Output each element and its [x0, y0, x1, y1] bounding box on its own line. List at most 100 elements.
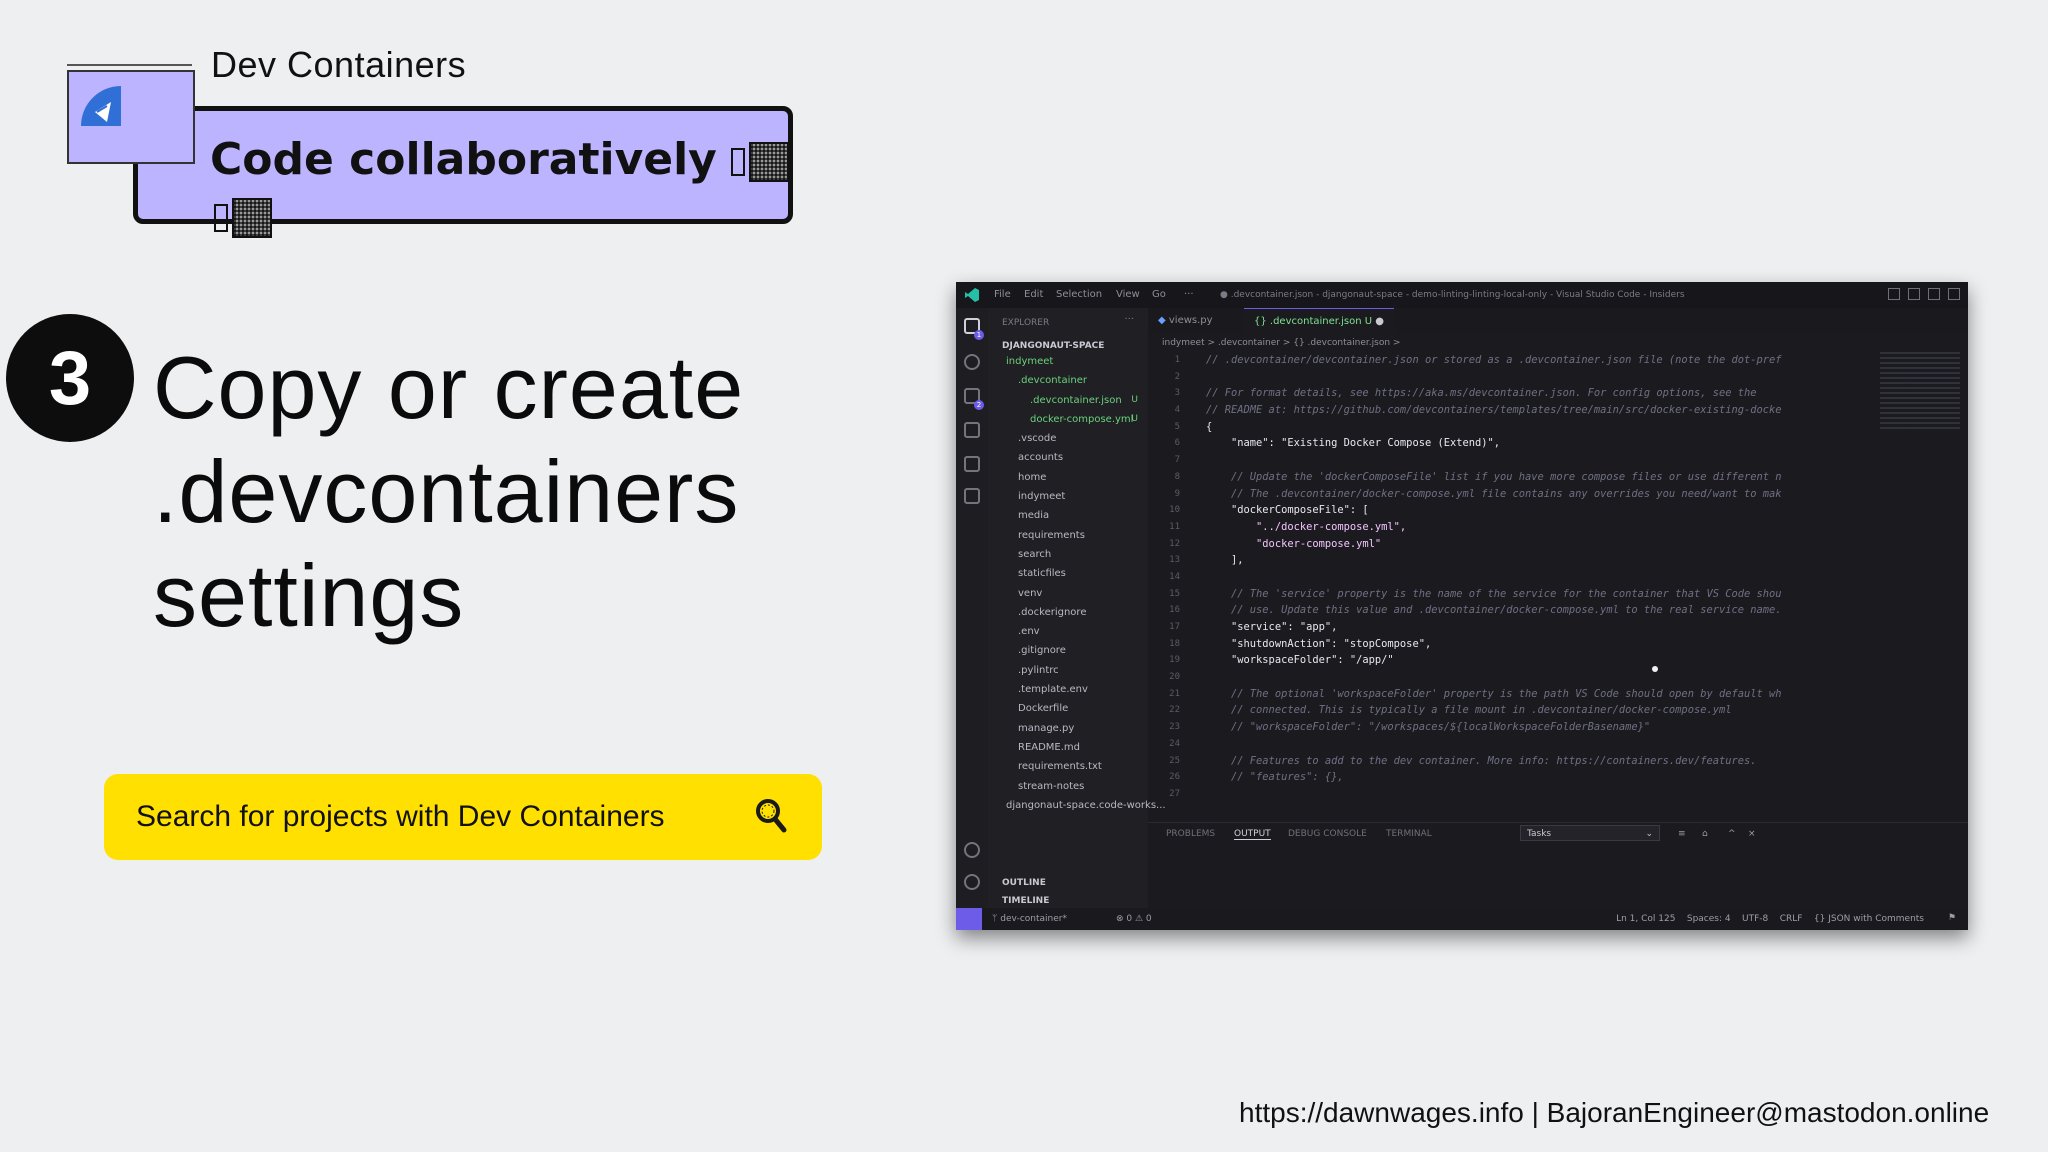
- workspace-root[interactable]: DJANGONAUT-SPACE: [1002, 341, 1104, 351]
- line-number: 25: [1169, 755, 1180, 766]
- step-number: 3: [48, 335, 92, 421]
- window-title: ● .devcontainer.json - djangonaut-space …: [1220, 290, 1685, 300]
- breadcrumb-path[interactable]: indymeet > .devcontainer > {} .devcontai…: [1148, 338, 1400, 348]
- line-number: 15: [1169, 588, 1180, 599]
- menu-selection[interactable]: Selection: [1056, 289, 1102, 300]
- menu-edit[interactable]: Edit: [1024, 289, 1043, 300]
- file-tree-label: Dockerfile: [1018, 703, 1069, 715]
- emoji-placeholder-icon: [232, 198, 272, 238]
- manage-gear-icon[interactable]: [964, 874, 980, 890]
- run-debug-icon[interactable]: [964, 422, 980, 438]
- clear-output-icon[interactable]: ≡: [1678, 829, 1686, 839]
- file-tree-label: indymeet: [1006, 356, 1054, 367]
- timeline-section[interactable]: TIMELINE: [1002, 896, 1049, 906]
- file-tree-item[interactable]: .pylintrc: [988, 661, 1148, 680]
- tab-problems[interactable]: PROBLEMS: [1166, 829, 1215, 839]
- code-line: "workspaceFolder": "/app/": [1206, 654, 1394, 667]
- minimap[interactable]: [1880, 352, 1960, 432]
- menu-view[interactable]: View: [1116, 289, 1140, 300]
- explorer-badge: 1: [974, 330, 984, 340]
- folder-outline: [67, 64, 192, 66]
- menu-file[interactable]: File: [994, 289, 1011, 300]
- maximize-panel-icon[interactable]: ^: [1728, 829, 1736, 839]
- file-tree-item[interactable]: requirements: [988, 526, 1148, 545]
- file-tree-item[interactable]: .vscode: [988, 429, 1148, 448]
- branch-status[interactable]: ᛘ dev-container*: [992, 914, 1067, 924]
- file-tree-item[interactable]: .devcontainer.json U: [988, 391, 1148, 410]
- emoji-placeholder-icon: [748, 142, 789, 182]
- code-line: // The 'service' property is the name of…: [1206, 587, 1782, 600]
- search-label: Search for projects with Dev Containers: [136, 800, 665, 833]
- file-tree-item[interactable]: manage.py: [988, 719, 1148, 738]
- code-line: // "workspaceFolder": "/workspaces/${loc…: [1206, 721, 1651, 734]
- file-tree-item[interactable]: .devcontainer: [988, 371, 1148, 390]
- menu-more[interactable]: ···: [1184, 289, 1194, 300]
- tab-devcontainer-json[interactable]: {} .devcontainer.json U ●: [1244, 308, 1395, 335]
- file-tree-label: .pylintrc: [1018, 664, 1059, 676]
- tab-views-py[interactable]: ◆ views.py: [1148, 308, 1223, 334]
- tab-terminal[interactable]: TERMINAL: [1386, 829, 1432, 839]
- file-tree-label: home: [1018, 471, 1047, 483]
- outline-section[interactable]: OUTLINE: [1002, 878, 1046, 888]
- file-tree-item[interactable]: media: [988, 506, 1148, 525]
- toggle-sidebar-icon[interactable]: [1888, 288, 1900, 300]
- file-tree-item[interactable]: accounts: [988, 448, 1148, 467]
- code-editor[interactable]: // .devcontainer/devcontainer.json or st…: [1206, 352, 1906, 792]
- file-tree-item[interactable]: .gitignore: [988, 641, 1148, 660]
- code-line: "service": "app",: [1206, 621, 1338, 633]
- source-control-badge: 2: [974, 400, 984, 410]
- git-status-mark: U: [1131, 413, 1138, 424]
- search-button[interactable]: Search for projects with Dev Containers: [104, 774, 822, 860]
- line-number: 20: [1169, 672, 1180, 683]
- menu-go[interactable]: Go: [1152, 289, 1166, 300]
- line-number: 8: [1174, 471, 1180, 482]
- output-channel-select[interactable]: Tasks ⌄: [1520, 825, 1660, 841]
- folder-tab: [67, 70, 195, 164]
- tab-debug-console[interactable]: DEBUG CONSOLE: [1288, 829, 1367, 839]
- line-number: 12: [1169, 538, 1180, 549]
- file-tree-item[interactable]: stream-notes: [988, 777, 1148, 796]
- line-number: 10: [1169, 505, 1180, 516]
- lock-icon[interactable]: ⌂: [1702, 829, 1708, 839]
- file-tree-item[interactable]: djangonaut-space.code-works...: [988, 796, 1166, 815]
- toggle-secondary-sidebar-icon[interactable]: [1928, 288, 1940, 300]
- file-tree-item[interactable]: .env: [988, 622, 1148, 641]
- extensions-icon[interactable]: [964, 456, 980, 472]
- file-tree-item[interactable]: README.md: [988, 738, 1148, 757]
- file-tree-label: .dockerignore: [1018, 606, 1087, 618]
- file-tree-item[interactable]: indymeet: [988, 352, 1148, 371]
- python-file-icon: ◆: [1158, 315, 1169, 326]
- badge-text: Code collaboratively: [210, 134, 717, 185]
- accounts-icon[interactable]: [964, 842, 980, 858]
- file-tree-item[interactable]: Dockerfile: [988, 699, 1148, 718]
- file-tree-item[interactable]: indymeet: [988, 487, 1148, 506]
- file-tree-label: indymeet: [1018, 491, 1066, 503]
- file-tree-item[interactable]: docker-compose.yml U: [988, 410, 1148, 429]
- more-actions-icon[interactable]: ···: [1124, 314, 1134, 325]
- tab-output[interactable]: OUTPUT: [1234, 829, 1271, 840]
- toggle-panel-icon[interactable]: [1908, 288, 1920, 300]
- problems-status[interactable]: ⊗ 0 ⚠ 0: [1116, 914, 1152, 924]
- line-number: 4: [1174, 405, 1180, 416]
- file-tree: indymeet .devcontainer .devcontainer.json U…: [988, 352, 1166, 815]
- file-tree-item[interactable]: venv: [988, 584, 1148, 603]
- search-activity-icon[interactable]: [964, 354, 980, 370]
- close-panel-icon[interactable]: ×: [1748, 829, 1756, 839]
- file-tree-item[interactable]: staticfiles: [988, 564, 1148, 583]
- file-tree-item[interactable]: .template.env: [988, 680, 1148, 699]
- code-line: "dockerComposeFile": [: [1206, 504, 1369, 517]
- customize-layout-icon[interactable]: [1948, 288, 1960, 300]
- file-tree-item[interactable]: search: [988, 545, 1148, 564]
- file-tree-item[interactable]: requirements.txt: [988, 757, 1148, 776]
- remote-indicator[interactable]: [956, 908, 982, 930]
- file-tree-item[interactable]: home: [988, 468, 1148, 487]
- file-tree-item[interactable]: .dockerignore: [988, 603, 1148, 622]
- unsaved-dot-icon[interactable]: ●: [1375, 316, 1384, 327]
- line-number: 26: [1169, 772, 1180, 783]
- editor-status[interactable]: Ln 1, Col 125 Spaces: 4 UTF-8 CRLF {} JS…: [1616, 914, 1924, 924]
- notifications-bell-icon[interactable]: ⚑: [1948, 913, 1956, 923]
- file-tree-label: .env: [1018, 626, 1040, 638]
- search-icon: [756, 799, 787, 833]
- remote-explorer-icon[interactable]: [964, 488, 980, 504]
